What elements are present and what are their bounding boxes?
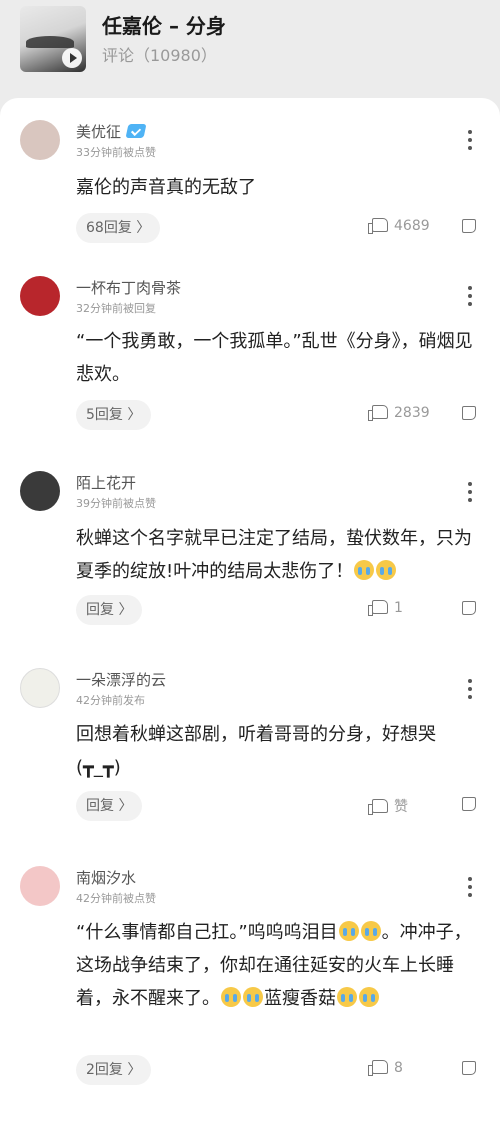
thumb-up-icon [368, 600, 388, 616]
avatar[interactable] [20, 866, 60, 906]
like-count: 赞 [394, 799, 408, 815]
comment-text: “什么事情都自己扛。”呜呜呜泪目 。冲冲子，这场战争结束了，你却在通往延安的火车上… [76, 916, 480, 1015]
crying-emoji-icon [360, 921, 381, 941]
thumb-up-icon [368, 405, 388, 421]
comment-time: 33分钟前被点赞 [76, 146, 156, 159]
avatar[interactable] [20, 668, 60, 708]
thumb-up-icon [368, 218, 388, 234]
more-options-icon[interactable] [460, 677, 480, 701]
comment-time: 32分钟前被回复 [76, 302, 156, 315]
thumb-down-icon[interactable] [458, 796, 480, 816]
thumb-up-icon [368, 799, 388, 815]
comment-text-part: “什么事情都自己扛。”呜呜呜泪目 [76, 922, 338, 943]
reply-button[interactable]: 回复 〉 [76, 595, 143, 625]
reply-button[interactable]: 2回复 〉 [76, 1055, 152, 1085]
crying-emoji-icon [354, 560, 375, 580]
crying-emoji-icon [376, 560, 397, 580]
song-title: 任嘉伦 – 分身 [102, 14, 226, 38]
thumb-down-icon[interactable] [458, 600, 480, 620]
like-button[interactable]: 赞 [368, 796, 408, 816]
comment-text: 回想着秋蝉这部剧，听着哥哥的分身，好想哭(┳_┳) [76, 724, 436, 778]
comment-author[interactable]: 美优征 [76, 121, 147, 142]
comment-time: 42分钟前被点赞 [76, 892, 156, 905]
crying-emoji-icon [359, 987, 379, 1007]
comment-time: 42分钟前发布 [76, 694, 145, 707]
comment-author[interactable]: 一朵漂浮的云 [76, 669, 166, 690]
like-button[interactable]: 2839 [368, 405, 430, 425]
like-count: 8 [394, 1060, 403, 1076]
verified-badge-icon [125, 124, 147, 138]
album-cover[interactable] [20, 6, 86, 72]
more-options-icon[interactable] [460, 480, 480, 504]
reply-button[interactable]: 5回复 〉 [76, 400, 152, 430]
avatar[interactable] [20, 120, 60, 160]
avatar[interactable] [20, 276, 60, 316]
like-count: 4689 [394, 218, 430, 234]
comment-author[interactable]: 南烟汐水 [76, 867, 136, 888]
like-count: 1 [394, 600, 403, 616]
reply-button[interactable]: 回复 〉 [76, 791, 143, 821]
comment-author[interactable]: 陌上花开 [76, 472, 136, 493]
like-button[interactable]: 4689 [368, 218, 430, 238]
comment-count: 评论（10980） [102, 46, 217, 65]
song-header: 任嘉伦 – 分身 评论（10980） [0, 0, 500, 100]
cover-art [26, 36, 74, 48]
comment-text: 嘉伦的声音真的无敌了 [76, 177, 256, 198]
crying-emoji-icon [221, 987, 241, 1007]
comment-text-body: 秋蝉这个名字就早已注定了结局，蛰伏数年，只为夏季的绽放!叶冲的结局太悲伤了！ [76, 528, 472, 582]
crying-emoji-icon [338, 921, 359, 941]
comment-text: 秋蝉这个名字就早已注定了结局，蛰伏数年，只为夏季的绽放!叶冲的结局太悲伤了！ [76, 522, 480, 588]
more-options-icon[interactable] [460, 284, 480, 308]
comment-text: “一个我勇敢，一个我孤单。”乱世《分身》，硝烟见悲欢。 [76, 331, 473, 385]
more-options-icon[interactable] [460, 128, 480, 152]
like-button[interactable]: 1 [368, 600, 403, 620]
like-count: 2839 [394, 405, 430, 421]
more-options-icon[interactable] [460, 875, 480, 899]
crying-emoji-icon [337, 987, 357, 1007]
thumb-down-icon[interactable] [458, 1060, 480, 1080]
crying-emoji-icon [243, 987, 263, 1007]
thumb-down-icon[interactable] [458, 218, 480, 238]
comment-time: 39分钟前被点赞 [76, 497, 156, 510]
comment-text-part: 蓝瘦香菇 [264, 988, 336, 1009]
comment-author[interactable]: 一杯布丁肉骨茶 [76, 277, 181, 298]
author-name[interactable]: 美优征 [76, 123, 121, 141]
comments-panel: 美优征 33分钟前被点赞 嘉伦的声音真的无敌了 68回复 〉 4689 一杯布丁… [0, 98, 500, 1128]
avatar[interactable] [20, 471, 60, 511]
thumb-up-icon [368, 1060, 388, 1076]
reply-button[interactable]: 68回复 〉 [76, 213, 161, 243]
thumb-down-icon[interactable] [458, 405, 480, 425]
like-button[interactable]: 8 [368, 1060, 403, 1080]
play-icon[interactable] [62, 48, 82, 68]
